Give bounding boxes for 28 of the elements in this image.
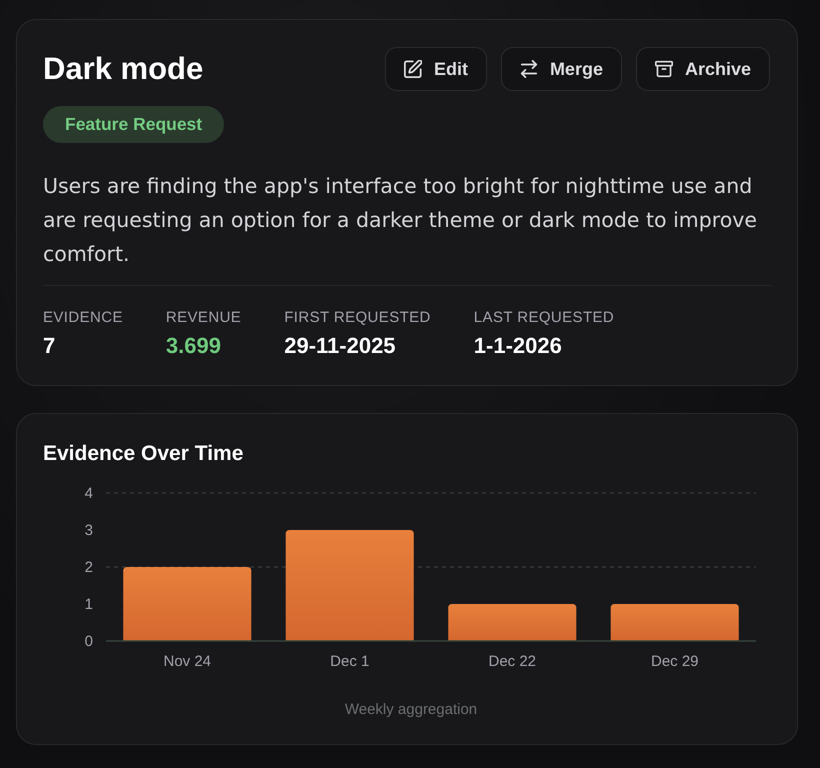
stat-value: 1-1-2026 (474, 332, 563, 360)
x-tick-label: Dec 1 (330, 653, 370, 670)
stat-value: 3.699 (166, 332, 222, 360)
y-tick-label: 3 (84, 522, 93, 539)
x-tick-label: Dec 22 (488, 653, 536, 670)
stat-value: 29-11-2025 (284, 332, 397, 360)
stat-label: EVIDENCE (43, 308, 123, 328)
category-badge: Feature Request (43, 106, 224, 143)
swap-arrows-icon (520, 60, 538, 78)
feature-description: Users are finding the app's interface too bright for nighttime use and are requesting an option for a darker theme or dark mode to improve comfort. (43, 173, 758, 268)
y-tick-label: 2 (84, 559, 93, 576)
y-tick-label: 4 (84, 485, 93, 502)
feature-title: Dark mode (43, 51, 204, 87)
stat-label: LAST REQUESTED (474, 308, 614, 328)
archive-box-icon (654, 60, 673, 78)
x-axis-label: Weekly aggregation (344, 701, 478, 718)
x-tick-label: Dec 29 (650, 653, 699, 670)
stat-label: REVENUE (166, 308, 242, 328)
x-tick-label: Nov 24 (163, 653, 212, 670)
stat-label: FIRST REQUESTED (284, 308, 431, 328)
edit-icon (404, 60, 422, 78)
chart-title: Evidence Over Time (43, 441, 244, 467)
merge-button[interactable]: Merge (500, 47, 622, 91)
archive-button[interactable]: Archive (636, 47, 770, 91)
y-tick-label: 1 (84, 596, 93, 613)
edit-button[interactable]: Edit (384, 47, 487, 91)
y-tick-label: 0 (84, 633, 93, 650)
stat-value: 7 (43, 332, 56, 360)
